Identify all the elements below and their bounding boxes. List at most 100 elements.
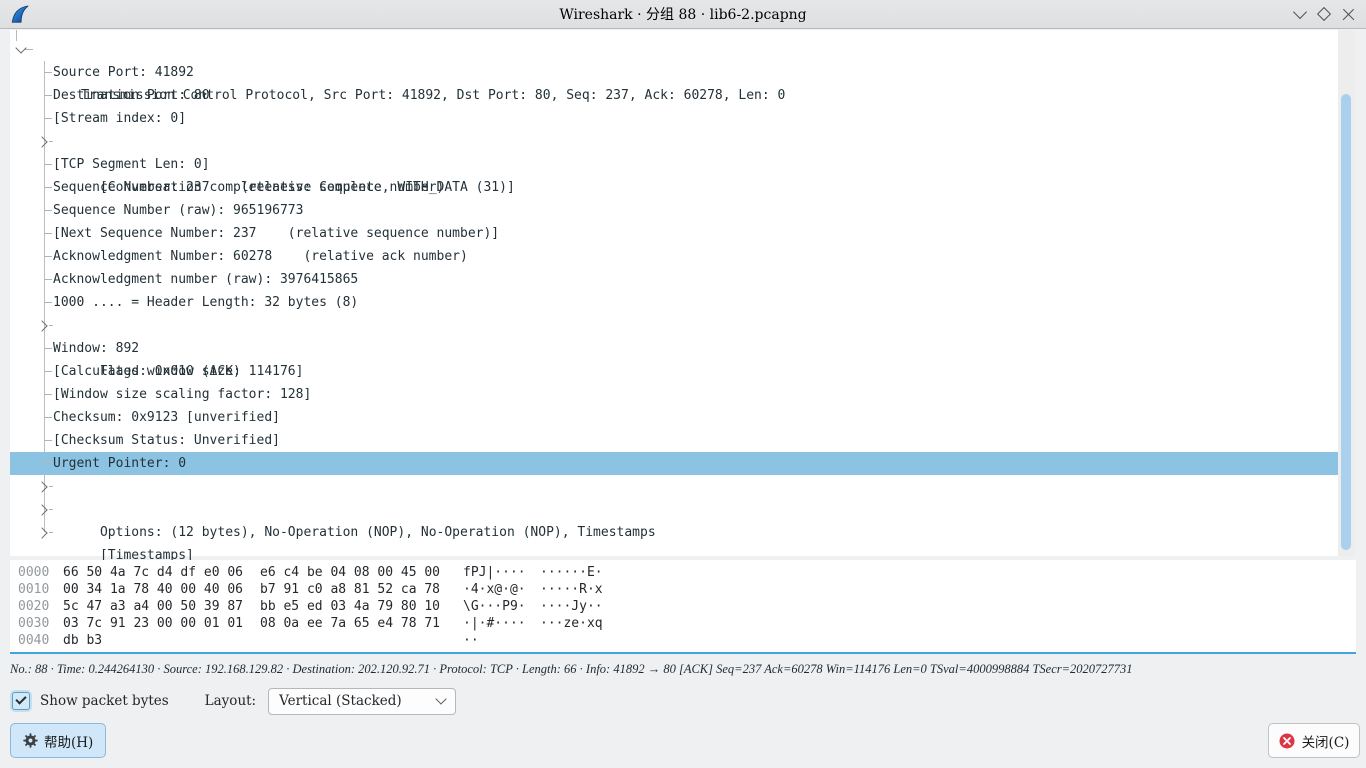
hex-bytes: 66 50 4a 7c d4 df e0 06	[63, 564, 243, 581]
tree-row-label: [Window size scaling factor: 128]	[53, 387, 311, 402]
scrollbar-thumb[interactable]	[1341, 94, 1351, 550]
hex-row[interactable]: 0010 00 34 1a 78 40 00 40 06 b7 91 c0 a8…	[10, 581, 1356, 598]
help-button[interactable]: 帮助(H)	[10, 723, 106, 758]
tree-row-destination-port[interactable]: Destination Port: 80	[10, 84, 1338, 107]
expand-chevron-icon[interactable]	[35, 525, 50, 540]
tree-row-next-sequence-number[interactable]: [Next Sequence Number: 237 (relative seq…	[10, 222, 1338, 245]
chevron-down-icon	[435, 693, 446, 704]
hex-offset: 0030	[18, 615, 49, 632]
hex-ascii: ··	[463, 632, 479, 649]
show-packet-bytes-checkbox[interactable]	[12, 692, 30, 710]
tree-row-window[interactable]: Window: 892	[10, 337, 1338, 360]
tree-row-header-length[interactable]: 1000 .... = Header Length: 32 bytes (8)	[10, 291, 1338, 314]
tree-row-window-scaling-factor[interactable]: [Window size scaling factor: 128]	[10, 383, 1338, 406]
layout-selected-value: Vertical (Stacked)	[279, 693, 402, 709]
layout-label: Layout:	[205, 693, 256, 709]
tree-row-ack-number[interactable]: Acknowledgment Number: 60278 (relative a…	[10, 245, 1338, 268]
tree-row-label: [Calculated window size: 114176]	[53, 364, 303, 379]
window-controls	[1288, 0, 1360, 28]
expand-chevron-icon[interactable]	[35, 479, 50, 494]
tree-row-label: Destination Port: 80	[53, 88, 210, 103]
dialog-controls: Show packet bytes Layout: Vertical (Stac…	[12, 686, 456, 716]
tree-row-checksum-status[interactable]: [Checksum Status: Unverified]	[10, 429, 1338, 452]
tree-scrollbar[interactable]	[1338, 30, 1354, 556]
diamond-icon	[1317, 7, 1331, 21]
packet-summary-line: No.: 88 · Time: 0.244264130 · Source: 19…	[10, 662, 1360, 677]
tree-row-tcp[interactable]: Transmission Control Protocol, Src Port:…	[10, 38, 1338, 61]
tree-row-options[interactable]: Options: (12 bytes), No-Operation (NOP),…	[10, 475, 1338, 498]
tree-row-label: Source Port: 41892	[53, 65, 194, 80]
tree-row-timestamps[interactable]: [Timestamps]	[10, 498, 1338, 521]
hex-bytes: e6 c4 be 04 08 00 45 00	[260, 564, 440, 581]
hex-bytes: b7 91 c0 a8 81 52 ca 78	[260, 581, 440, 598]
tree-row-label: [TCP Segment Len: 0]	[53, 157, 210, 172]
hex-ascii: ·4·x@·@·	[463, 581, 526, 598]
hex-offset: 0040	[18, 632, 49, 649]
tree-row-label: Acknowledgment number (raw): 3976415865	[53, 272, 358, 287]
window-title: Wireshark · 分组 88 · lib6-2.pcapng	[0, 4, 1366, 24]
hex-bytes: bb e5 ed 03 4a 79 80 10	[260, 598, 440, 615]
checkmark-icon	[15, 693, 26, 704]
tree-row-seq-ack-analysis[interactable]: [SEQ/ACK analysis]	[10, 521, 1338, 544]
tree-row-label: Urgent Pointer: 0	[53, 456, 186, 471]
x-circle-icon	[1279, 733, 1295, 749]
tree-row-label: [Stream index: 0]	[53, 111, 186, 126]
close-window-button[interactable]	[1336, 2, 1360, 26]
tree-row-stream-index[interactable]: [Stream index: 0]	[10, 107, 1338, 130]
hex-ascii: ····Jy··	[540, 598, 603, 615]
tree-row-sequence-number[interactable]: Sequence Number: 237 (relative sequence …	[10, 176, 1338, 199]
hex-bytes: 03 7c 91 23 00 00 01 01	[63, 615, 243, 632]
layout-select[interactable]: Vertical (Stacked)	[268, 688, 456, 715]
hex-offset: 0010	[18, 581, 49, 598]
hex-offset: 0020	[18, 598, 49, 615]
show-packet-bytes-label[interactable]: Show packet bytes	[40, 693, 169, 709]
expand-chevron-icon[interactable]	[35, 134, 50, 149]
tree-row-calculated-window-size[interactable]: [Calculated window size: 114176]	[10, 360, 1338, 383]
hex-row[interactable]: 0000 66 50 4a 7c d4 df e0 06 e6 c4 be 04…	[10, 564, 1356, 581]
close-button-label: 关闭(C)	[1302, 731, 1350, 751]
packet-bytes-pane: 0000 66 50 4a 7c d4 df e0 06 e6 c4 be 04…	[10, 560, 1356, 654]
hex-offset: 0000	[18, 564, 49, 581]
tree-row-label: Sequence Number: 237 (relative sequence …	[53, 180, 444, 195]
gear-icon	[23, 733, 38, 748]
title-bar: Wireshark · 分组 88 · lib6-2.pcapng	[0, 0, 1366, 29]
tree-row-label: 1000 .... = Header Length: 32 bytes (8)	[53, 295, 358, 310]
minimize-button[interactable]	[1288, 2, 1312, 26]
wireshark-logo-icon	[9, 3, 31, 25]
tree-row-label: Sequence Number (raw): 965196773	[53, 203, 303, 218]
tree-row-label: [Next Sequence Number: 237 (relative seq…	[53, 226, 499, 241]
chevron-down-icon	[1293, 5, 1307, 19]
hex-ascii: ·|·#····	[463, 615, 526, 632]
close-dialog-button[interactable]: 关闭(C)	[1268, 723, 1360, 758]
hex-bytes: 5c 47 a3 a4 00 50 39 87	[63, 598, 243, 615]
hex-ascii: ······E·	[540, 564, 603, 581]
tree-row-ack-number-raw[interactable]: Acknowledgment number (raw): 3976415865	[10, 268, 1338, 291]
tree-row-source-port[interactable]: Source Port: 41892	[10, 61, 1338, 84]
hex-row[interactable]: 0030 03 7c 91 23 00 00 01 01 08 0a ee 7a…	[10, 615, 1356, 632]
tree-row-label: [Checksum Status: Unverified]	[53, 433, 280, 448]
hex-ascii: ·····R·x	[540, 581, 603, 598]
hex-ascii: ···ze·xq	[540, 615, 603, 632]
hex-row[interactable]: 0040 db b3 ··	[10, 632, 1356, 649]
maximize-button[interactable]	[1312, 2, 1336, 26]
hex-ascii: \G···P9·	[463, 598, 526, 615]
tree-row-conversation-completeness[interactable]: [Conversation completeness: Complete, WI…	[10, 130, 1338, 153]
tree-row-label: Window: 892	[53, 341, 139, 356]
help-button-label: 帮助(H)	[44, 731, 93, 751]
tree-row-sequence-number-raw[interactable]: Sequence Number (raw): 965196773	[10, 199, 1338, 222]
tree-row-segment-len[interactable]: [TCP Segment Len: 0]	[10, 153, 1338, 176]
hex-bytes: 00 34 1a 78 40 00 40 06	[63, 581, 243, 598]
packet-detail-tree: Transmission Control Protocol, Src Port:…	[10, 30, 1338, 556]
expand-chevron-icon[interactable]	[35, 318, 50, 333]
tree-row-checksum[interactable]: Checksum: 0x9123 [unverified]	[10, 406, 1338, 429]
hex-bytes: 08 0a ee 7a 65 e4 78 71	[260, 615, 440, 632]
expand-chevron-icon[interactable]	[35, 502, 50, 517]
tree-row-flags[interactable]: Flags: 0x010 (ACK)	[10, 314, 1338, 337]
tree-row-label: Acknowledgment Number: 60278 (relative a…	[53, 249, 468, 264]
hex-ascii: fPJ|····	[463, 564, 526, 581]
tree-row-urgent-pointer-selected[interactable]: Urgent Pointer: 0	[10, 452, 1338, 475]
hex-bytes: db b3	[63, 632, 102, 649]
close-icon	[1342, 8, 1355, 21]
collapse-chevron-icon[interactable]	[13, 42, 28, 57]
hex-row[interactable]: 0020 5c 47 a3 a4 00 50 39 87 bb e5 ed 03…	[10, 598, 1356, 615]
